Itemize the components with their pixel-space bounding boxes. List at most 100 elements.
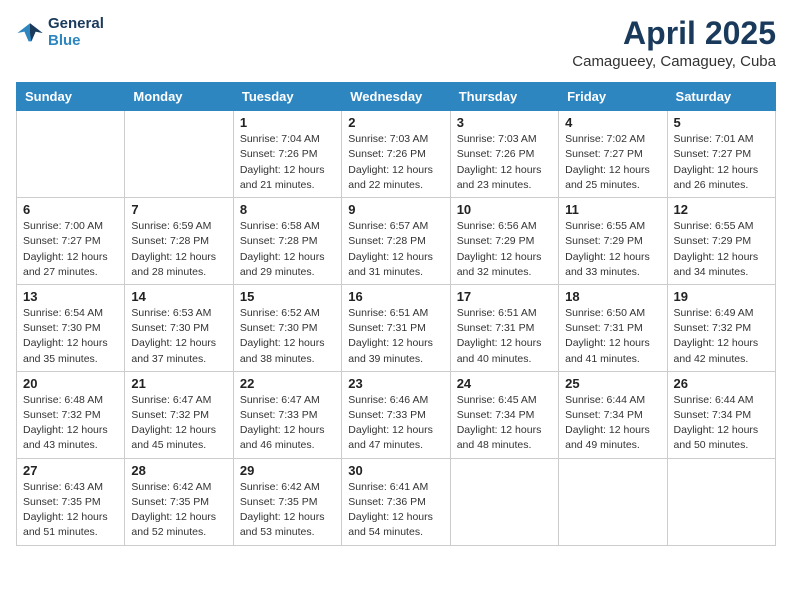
calendar-cell: 24 Sunrise: 6:45 AMSunset: 7:34 PMDayligh…: [450, 371, 558, 458]
calendar-cell: [125, 111, 233, 198]
day-number: 25: [565, 376, 660, 391]
day-number: 15: [240, 289, 335, 304]
day-number: 3: [457, 115, 552, 130]
day-of-week-header: Tuesday: [233, 83, 341, 111]
day-number: 14: [131, 289, 226, 304]
day-number: 5: [674, 115, 769, 130]
day-number: 12: [674, 202, 769, 217]
calendar-cell: 13 Sunrise: 6:54 AMSunset: 7:30 PMDayligh…: [17, 284, 125, 371]
calendar-cell: [17, 111, 125, 198]
calendar-cell: 20Sunrise: 6:48 AMSunset: 7:32 PMDayligh…: [17, 371, 125, 458]
calendar-title: April 2025: [572, 16, 776, 51]
day-info: Sunrise: 7:04 AMSunset: 7:26 PMDaylight:…: [240, 132, 335, 193]
day-number: 9: [348, 202, 443, 217]
day-info: Sunrise: 7:02 AMSunset: 7:27 PMDaylight:…: [565, 132, 660, 193]
calendar-cell: 14 Sunrise: 6:53 AMSunset: 7:30 PMDayligh…: [125, 284, 233, 371]
day-number: 13: [23, 289, 118, 304]
day-of-week-header: Wednesday: [342, 83, 450, 111]
day-info: Sunrise: 6:43 AMSunset: 7:35 PMDaylight:…: [23, 480, 118, 541]
day-info: Sunrise: 6:51 AMSunset: 7:31 PMDaylight:…: [457, 306, 552, 367]
calendar-cell: [667, 458, 775, 545]
day-info: Sunrise: 6:45 AMSunset: 7:34 PMDaylight:…: [457, 393, 552, 454]
calendar-cell: 27 Sunrise: 6:43 AMSunset: 7:35 PMDayligh…: [17, 458, 125, 545]
day-number: 30: [348, 463, 443, 478]
day-number: 18: [565, 289, 660, 304]
calendar-cell: 7Sunrise: 6:59 AMSunset: 7:28 PMDaylight…: [125, 198, 233, 285]
calendar-cell: 8 Sunrise: 6:58 AMSunset: 7:28 PMDaylight…: [233, 198, 341, 285]
day-info: Sunrise: 6:51 AMSunset: 7:31 PMDaylight:…: [348, 306, 443, 367]
day-number: 8: [240, 202, 335, 217]
calendar-week-row: 6 Sunrise: 7:00 AMSunset: 7:27 PMDaylight…: [17, 198, 776, 285]
day-info: Sunrise: 6:55 AMSunset: 7:29 PMDaylight:…: [565, 219, 660, 280]
calendar-cell: [450, 458, 558, 545]
page-header: General Blue April 2025 Camagueey, Camag…: [16, 16, 776, 70]
day-info: Sunrise: 6:47 AMSunset: 7:32 PMDaylight:…: [131, 393, 226, 454]
calendar-week-row: 13 Sunrise: 6:54 AMSunset: 7:30 PMDayligh…: [17, 284, 776, 371]
logo: General Blue: [16, 16, 104, 49]
calendar-cell: 4 Sunrise: 7:02 AMSunset: 7:27 PMDaylight…: [559, 111, 667, 198]
day-number: 21: [131, 376, 226, 391]
calendar-cell: 1 Sunrise: 7:04 AMSunset: 7:26 PMDaylight…: [233, 111, 341, 198]
day-info: Sunrise: 6:44 AMSunset: 7:34 PMDaylight:…: [674, 393, 769, 454]
day-info: Sunrise: 6:53 AMSunset: 7:30 PMDaylight:…: [131, 306, 226, 367]
day-number: 20: [23, 376, 118, 391]
day-info: Sunrise: 6:47 AMSunset: 7:33 PMDaylight:…: [240, 393, 335, 454]
day-info: Sunrise: 7:03 AMSunset: 7:26 PMDaylight:…: [348, 132, 443, 193]
logo-line2: Blue: [48, 33, 104, 50]
calendar-table: SundayMondayTuesdayWednesdayThursdayFrid…: [16, 82, 776, 545]
day-number: 16: [348, 289, 443, 304]
day-info: Sunrise: 6:41 AMSunset: 7:36 PMDaylight:…: [348, 480, 443, 541]
logo-bird-icon: [16, 19, 44, 47]
calendar-cell: 29Sunrise: 6:42 AMSunset: 7:35 PMDayligh…: [233, 458, 341, 545]
day-number: 4: [565, 115, 660, 130]
day-info: Sunrise: 6:54 AMSunset: 7:30 PMDaylight:…: [23, 306, 118, 367]
calendar-header-row: SundayMondayTuesdayWednesdayThursdayFrid…: [17, 83, 776, 111]
calendar-cell: 22Sunrise: 6:47 AMSunset: 7:33 PMDayligh…: [233, 371, 341, 458]
calendar-cell: 18 Sunrise: 6:50 AMSunset: 7:31 PMDayligh…: [559, 284, 667, 371]
day-info: Sunrise: 6:42 AMSunset: 7:35 PMDaylight:…: [240, 480, 335, 541]
day-info: Sunrise: 7:03 AMSunset: 7:26 PMDaylight:…: [457, 132, 552, 193]
day-info: Sunrise: 6:52 AMSunset: 7:30 PMDaylight:…: [240, 306, 335, 367]
day-number: 27: [23, 463, 118, 478]
day-info: Sunrise: 6:56 AMSunset: 7:29 PMDaylight:…: [457, 219, 552, 280]
day-number: 19: [674, 289, 769, 304]
day-info: Sunrise: 6:46 AMSunset: 7:33 PMDaylight:…: [348, 393, 443, 454]
day-of-week-header: Sunday: [17, 83, 125, 111]
calendar-subtitle: Camagueey, Camaguey, Cuba: [572, 53, 776, 70]
calendar-cell: 17Sunrise: 6:51 AMSunset: 7:31 PMDayligh…: [450, 284, 558, 371]
calendar-week-row: 27 Sunrise: 6:43 AMSunset: 7:35 PMDayligh…: [17, 458, 776, 545]
day-info: Sunrise: 7:00 AMSunset: 7:27 PMDaylight:…: [23, 219, 118, 280]
calendar-week-row: 20Sunrise: 6:48 AMSunset: 7:32 PMDayligh…: [17, 371, 776, 458]
day-info: Sunrise: 6:42 AMSunset: 7:35 PMDaylight:…: [131, 480, 226, 541]
day-number: 2: [348, 115, 443, 130]
day-number: 6: [23, 202, 118, 217]
calendar-cell: 9 Sunrise: 6:57 AMSunset: 7:28 PMDaylight…: [342, 198, 450, 285]
day-info: Sunrise: 7:01 AMSunset: 7:27 PMDaylight:…: [674, 132, 769, 193]
day-number: 10: [457, 202, 552, 217]
day-of-week-header: Saturday: [667, 83, 775, 111]
calendar-cell: 5 Sunrise: 7:01 AMSunset: 7:27 PMDaylight…: [667, 111, 775, 198]
calendar-cell: 6 Sunrise: 7:00 AMSunset: 7:27 PMDaylight…: [17, 198, 125, 285]
title-block: April 2025 Camagueey, Camaguey, Cuba: [572, 16, 776, 70]
day-info: Sunrise: 6:55 AMSunset: 7:29 PMDaylight:…: [674, 219, 769, 280]
day-info: Sunrise: 6:50 AMSunset: 7:31 PMDaylight:…: [565, 306, 660, 367]
calendar-cell: 30 Sunrise: 6:41 AMSunset: 7:36 PMDayligh…: [342, 458, 450, 545]
day-number: 1: [240, 115, 335, 130]
day-of-week-header: Friday: [559, 83, 667, 111]
day-number: 28: [131, 463, 226, 478]
day-number: 23: [348, 376, 443, 391]
calendar-cell: 19 Sunrise: 6:49 AMSunset: 7:32 PMDayligh…: [667, 284, 775, 371]
day-number: 11: [565, 202, 660, 217]
day-number: 24: [457, 376, 552, 391]
calendar-cell: 16 Sunrise: 6:51 AMSunset: 7:31 PMDayligh…: [342, 284, 450, 371]
calendar-cell: 28 Sunrise: 6:42 AMSunset: 7:35 PMDayligh…: [125, 458, 233, 545]
day-info: Sunrise: 6:49 AMSunset: 7:32 PMDaylight:…: [674, 306, 769, 367]
calendar-cell: 10 Sunrise: 6:56 AMSunset: 7:29 PMDayligh…: [450, 198, 558, 285]
day-info: Sunrise: 6:58 AMSunset: 7:28 PMDaylight:…: [240, 219, 335, 280]
day-info: Sunrise: 6:44 AMSunset: 7:34 PMDaylight:…: [565, 393, 660, 454]
day-info: Sunrise: 6:57 AMSunset: 7:28 PMDaylight:…: [348, 219, 443, 280]
day-number: 7: [131, 202, 226, 217]
calendar-cell: 26Sunrise: 6:44 AMSunset: 7:34 PMDayligh…: [667, 371, 775, 458]
calendar-cell: 2 Sunrise: 7:03 AMSunset: 7:26 PMDaylight…: [342, 111, 450, 198]
calendar-cell: 11 Sunrise: 6:55 AMSunset: 7:29 PMDayligh…: [559, 198, 667, 285]
